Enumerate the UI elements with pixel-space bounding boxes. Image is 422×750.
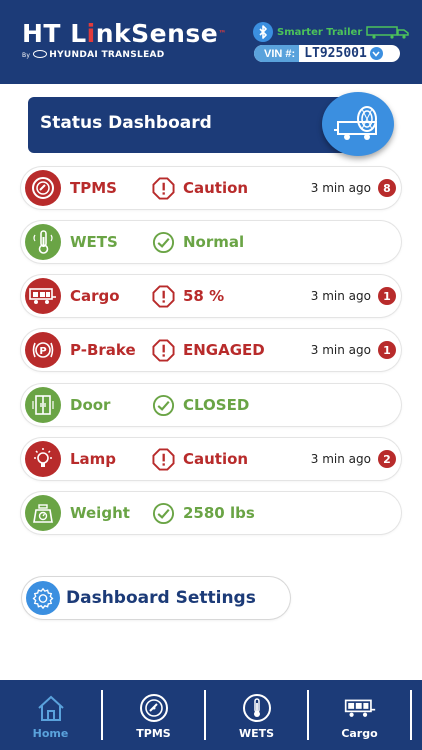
row-name: Lamp: [70, 450, 117, 468]
smarter-trailer-label: Smarter Trailer: [277, 26, 363, 38]
alert-count-badge: 8: [378, 179, 396, 197]
row-timestamp: 3 min ago: [310, 343, 371, 357]
cargo-icon: [344, 692, 376, 724]
alert-icon: [152, 285, 175, 308]
brand-linksense: LinkSense™: [70, 19, 227, 48]
row-timestamp: 3 min ago: [310, 452, 371, 466]
dashboard-settings-button[interactable]: Dashboard Settings: [22, 577, 290, 619]
bluetooth-icon: [253, 22, 273, 42]
lamp-bulb-icon: [25, 441, 61, 477]
weight-scale-icon: [25, 495, 61, 531]
row-status: ENGAGED: [183, 341, 265, 359]
svg-text:P: P: [39, 346, 46, 357]
app-header: HT LinkSense™ By HYUNDAI TRANSLEAD Smarte…: [0, 0, 422, 84]
bottom-nav: Home TPMS WETS Cargo: [0, 680, 422, 750]
row-timestamp: 3 min ago: [310, 181, 371, 195]
trailer-tire-icon: [322, 92, 394, 156]
trailer-truck-icon: [366, 26, 409, 39]
status-row-cargo[interactable]: Cargo 58 % 3 min ago 1: [21, 275, 401, 317]
row-name: Cargo: [70, 287, 120, 305]
row-name: Weight: [70, 504, 130, 522]
row-timestamp: 3 min ago: [310, 289, 371, 303]
status-row-p-brake[interactable]: P P-Brake ENGAGED 3 min ago 1: [21, 329, 401, 371]
cargo-trailer-icon: [25, 278, 61, 314]
nav-tab-wets[interactable]: WETS: [206, 680, 307, 750]
dashboard-settings-label: Dashboard Settings: [66, 588, 256, 608]
brand-ht: HT: [22, 19, 61, 48]
hyundai-logo-icon: [33, 50, 48, 58]
gear-icon: [26, 581, 60, 615]
parking-brake-icon: P: [25, 332, 61, 368]
nav-label: WETS: [238, 727, 275, 740]
door-icon: [25, 387, 61, 423]
check-circle-icon: [152, 502, 175, 525]
alert-count-badge: 1: [378, 341, 396, 359]
alert-icon: [152, 448, 175, 471]
status-dashboard-banner: Status Dashboard: [28, 97, 368, 153]
thermometer-icon: [241, 692, 273, 724]
nav-label: Home: [32, 727, 69, 740]
nav-divider: [410, 690, 412, 740]
nav-tab-tpms[interactable]: TPMS: [103, 680, 204, 750]
nav-tab-home[interactable]: Home: [0, 680, 101, 750]
smarter-trailer-indicator: Smarter Trailer: [253, 22, 410, 42]
status-row-lamp[interactable]: Lamp Caution 3 min ago 2: [21, 438, 401, 480]
status-row-weight[interactable]: Weight 2580 lbs: [21, 492, 401, 534]
check-circle-icon: [152, 231, 175, 254]
row-name: WETS: [70, 233, 118, 251]
check-circle-icon: [152, 394, 175, 417]
brand-logo: HT LinkSense™ By HYUNDAI TRANSLEAD: [22, 20, 227, 61]
tire-gauge-icon: [25, 170, 61, 206]
nav-label: TPMS: [136, 727, 171, 740]
home-icon: [35, 692, 67, 724]
row-status: 58 %: [183, 287, 225, 305]
thermometer-icon: [25, 224, 61, 260]
row-status: Caution: [183, 179, 249, 197]
vin-label: VIN #:: [254, 45, 300, 62]
nav-label: Cargo: [341, 727, 378, 740]
chevron-down-icon[interactable]: [369, 47, 383, 60]
brand-subtitle: By HYUNDAI TRANSLEAD: [22, 50, 165, 60]
alert-count-badge: 2: [378, 450, 396, 468]
tire-icon: [138, 692, 170, 724]
vin-selector[interactable]: VIN #: LT925001: [254, 45, 400, 62]
brand-title: HT LinkSense™: [22, 20, 227, 48]
status-row-door[interactable]: Door CLOSED: [21, 384, 401, 426]
status-row-tpms[interactable]: TPMS Caution 3 min ago 8: [21, 167, 401, 209]
status-row-wets[interactable]: WETS Normal: [21, 221, 401, 263]
alert-icon: [152, 339, 175, 362]
vin-value: LT925001: [304, 46, 367, 61]
alert-count-badge: 1: [378, 287, 396, 305]
row-name: Door: [70, 396, 111, 414]
page-title: Status Dashboard: [40, 113, 212, 133]
row-name: P-Brake: [70, 341, 136, 359]
row-status: Caution: [183, 450, 249, 468]
row-status: 2580 lbs: [183, 504, 255, 522]
row-name: TPMS: [70, 179, 117, 197]
nav-tab-cargo[interactable]: Cargo: [309, 680, 410, 750]
alert-icon: [152, 177, 175, 200]
row-status: CLOSED: [183, 396, 250, 414]
row-status: Normal: [183, 233, 245, 251]
